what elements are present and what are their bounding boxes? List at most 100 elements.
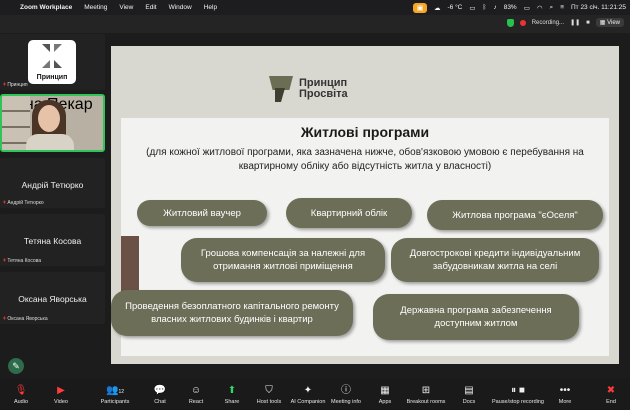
audio-button[interactable]: 🎙 Audio	[8, 378, 34, 410]
toolbar-label: React	[188, 399, 204, 405]
host-tools-button[interactable]: ⛉ Host tools	[254, 378, 284, 410]
security-shield-icon[interactable]	[506, 18, 514, 27]
display-icon[interactable]: ▭	[469, 4, 475, 12]
princip-logo-icon	[269, 76, 293, 102]
app-badge-icon[interactable]: ▣	[413, 2, 427, 13]
react-button[interactable]: ☺ React	[186, 378, 206, 410]
participant-tile-logo[interactable]: Принцип ǂ Принцип	[0, 34, 105, 90]
stop-recording-icon[interactable]: ■	[586, 20, 590, 26]
participants-count: 12	[118, 389, 124, 395]
video-person-body	[26, 134, 74, 150]
toolbar-label: End	[606, 399, 616, 405]
program-pill: Грошова компенсація за належні для отрим…	[181, 238, 385, 282]
shared-screen-stage: Принцип Просвіта Житлові програми (для к…	[105, 34, 630, 378]
docs-icon: ▤	[464, 385, 474, 396]
video-button[interactable]: ▶ Video	[48, 378, 74, 410]
share-icon: ⬆	[227, 385, 237, 396]
program-pill: Житловий ваучер	[137, 200, 267, 226]
chat-button[interactable]: 💬 Chat	[150, 378, 170, 410]
recording-label: Recording...	[531, 19, 565, 26]
program-pill: Житлова програма "єОселя"	[427, 200, 603, 230]
participant-name: ǂ Оксана Яворська	[3, 316, 48, 322]
meeting-toolbar: 🎙 Audio ▶ Video 👥12 Participants 💬 Chat …	[0, 378, 630, 410]
end-call-icon: ✖	[606, 385, 616, 396]
menu-view[interactable]: View	[119, 4, 133, 11]
toolbar-label: Docs	[462, 399, 476, 405]
logo-shape-top	[269, 76, 293, 90]
pause-recording-icon[interactable]: ❚❚	[570, 19, 580, 26]
logo-line-2: Просвіта	[299, 88, 348, 100]
participant-name: ǂ Принцип	[3, 82, 28, 88]
end-button[interactable]: ✖ End	[602, 378, 620, 410]
more-icon: •••	[559, 385, 571, 396]
participant-tile[interactable]: Оксана Яворська ǂ Оксана Яворська	[0, 272, 105, 324]
toolbar-label: Host tools	[256, 399, 282, 405]
menu-edit[interactable]: Edit	[145, 4, 156, 11]
logo-arrows-icon	[42, 44, 62, 68]
annotate-pencil-button[interactable]: ✎	[8, 358, 24, 374]
more-button[interactable]: ••• More	[556, 378, 574, 410]
video-person-face	[38, 105, 60, 132]
view-button[interactable]: ▦ View	[595, 18, 624, 27]
sparkle-icon: ✦	[303, 385, 313, 396]
logo-shape-bottom	[275, 88, 285, 102]
participant-name: ǂ Тетяна Косова	[3, 258, 41, 264]
recording-dot-icon	[519, 19, 526, 26]
participant-name-text: Андрій Тетюрко	[7, 200, 44, 206]
music-icon[interactable]: ♪	[493, 4, 496, 11]
breakout-rooms-icon: ⊞	[421, 385, 431, 396]
share-button[interactable]: ⬆ Share	[222, 378, 242, 410]
program-pill: Квартирний облік	[286, 198, 412, 228]
breakout-rooms-button[interactable]: ⊞ Breakout rooms	[406, 378, 446, 410]
program-pill: Проведення безоплатного капітального рем…	[111, 290, 353, 336]
toolbar-label: Pause/stop recording	[492, 399, 544, 405]
participant-name-large: Тетяна Косова	[23, 236, 82, 246]
participants-panel: Принцип ǂ Принцип Ілона Пекар Андрій Тет…	[0, 34, 105, 328]
zoom-window: Zoom Workplace Meeting View Edit Window …	[0, 0, 630, 410]
pause-stop-recording-button[interactable]: ⏸ ■ Pause/stop recording	[490, 378, 546, 410]
participants-icon: 👥12	[105, 385, 124, 396]
docs-button[interactable]: ▤ Docs	[460, 378, 478, 410]
mac-menu-bar: Zoom Workplace Meeting View Edit Window …	[0, 0, 630, 15]
shelf-line	[2, 110, 30, 112]
menu-window[interactable]: Window	[169, 4, 192, 11]
mic-muted-icon: ǂ	[3, 316, 6, 322]
participant-logo: Принцип	[28, 40, 76, 84]
menu-help[interactable]: Help	[204, 4, 217, 11]
react-icon: ☺	[190, 385, 202, 396]
participant-tile[interactable]: Андрій Тетюрко ǂ Андрій Тетюрко	[0, 158, 105, 208]
bluetooth-icon[interactable]: ᛒ	[483, 4, 487, 11]
control-center-icon[interactable]: ≡	[560, 4, 564, 11]
slide-subtitle: (для кожної житлової програми, яка зазна…	[146, 147, 584, 172]
wifi-icon[interactable]: ◠	[537, 4, 543, 12]
ai-companion-button[interactable]: ✦ AI Companion	[290, 378, 326, 410]
meeting-info-button[interactable]: ⓘ Meeting info	[330, 378, 362, 410]
battery-icon[interactable]: ▭	[524, 4, 530, 12]
search-icon[interactable]: ⌕	[550, 4, 554, 12]
shared-slide: Принцип Просвіта Житлові програми (для к…	[111, 46, 619, 364]
temperature: -6 °C	[447, 4, 463, 11]
slide-logo: Принцип Просвіта	[269, 76, 348, 102]
logo-text-block: Принцип Просвіта	[299, 78, 348, 100]
toolbar-label: Breakout rooms	[406, 399, 446, 405]
toolbar-label: Share	[224, 399, 240, 405]
participant-video-active[interactable]: Ілона Пекар	[0, 94, 105, 152]
participants-button[interactable]: 👥12 Participants	[98, 378, 132, 410]
shelf-line	[2, 126, 30, 128]
program-pill: Довгострокові кредити індивідуальним заб…	[391, 238, 599, 282]
participant-name-large: Оксана Яворська	[18, 294, 87, 304]
menu-meeting[interactable]: Meeting	[84, 4, 107, 11]
zoom-header: Recording... ❚❚ ■ ▦ View	[0, 15, 630, 33]
toolbar-label: Participants	[100, 399, 130, 405]
pause-stop-icon: ⏸ ■	[511, 385, 525, 396]
mic-muted-icon: ǂ	[3, 258, 6, 264]
mic-muted-icon: ǂ	[3, 200, 6, 206]
participant-name: ǂ Андрій Тетюрко	[3, 200, 44, 206]
participant-name-text: Принцип	[7, 82, 28, 88]
apps-icon: ▦	[380, 385, 390, 396]
participant-tile[interactable]: Тетяна Косова ǂ Тетяна Косова	[0, 214, 105, 266]
apps-button[interactable]: ▦ Apps	[376, 378, 394, 410]
menu-app-name[interactable]: Zoom Workplace	[20, 4, 72, 11]
toolbar-label: Audio	[13, 399, 29, 405]
datetime[interactable]: Пт 23 січ. 11:21:25	[571, 4, 626, 11]
